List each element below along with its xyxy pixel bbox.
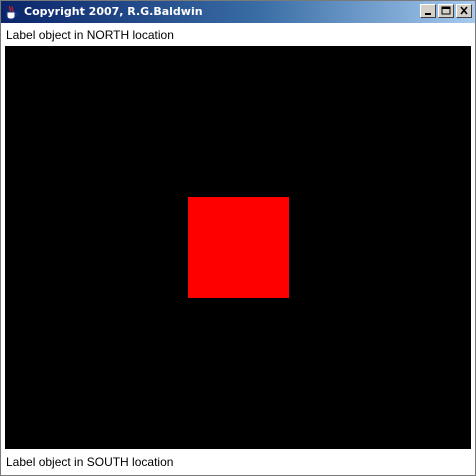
minimize-icon <box>425 13 431 15</box>
window-controls <box>420 4 472 18</box>
red-square <box>188 197 289 298</box>
north-label: Label object in NORTH location <box>1 24 475 46</box>
minimize-button[interactable] <box>420 4 436 18</box>
close-button[interactable] <box>456 4 472 18</box>
maximize-button[interactable] <box>438 4 454 18</box>
java-coffee-cup-icon[interactable] <box>4 4 20 20</box>
drawing-canvas[interactable] <box>5 46 471 449</box>
close-icon <box>460 6 468 15</box>
south-label: Label object in SOUTH location <box>1 451 475 473</box>
app-window: Copyright 2007, R.G.Baldwin Label object… <box>0 0 476 476</box>
window-title: Copyright 2007, R.G.Baldwin <box>24 5 203 18</box>
maximize-icon <box>441 6 451 15</box>
title-bar[interactable]: Copyright 2007, R.G.Baldwin <box>1 1 475 23</box>
